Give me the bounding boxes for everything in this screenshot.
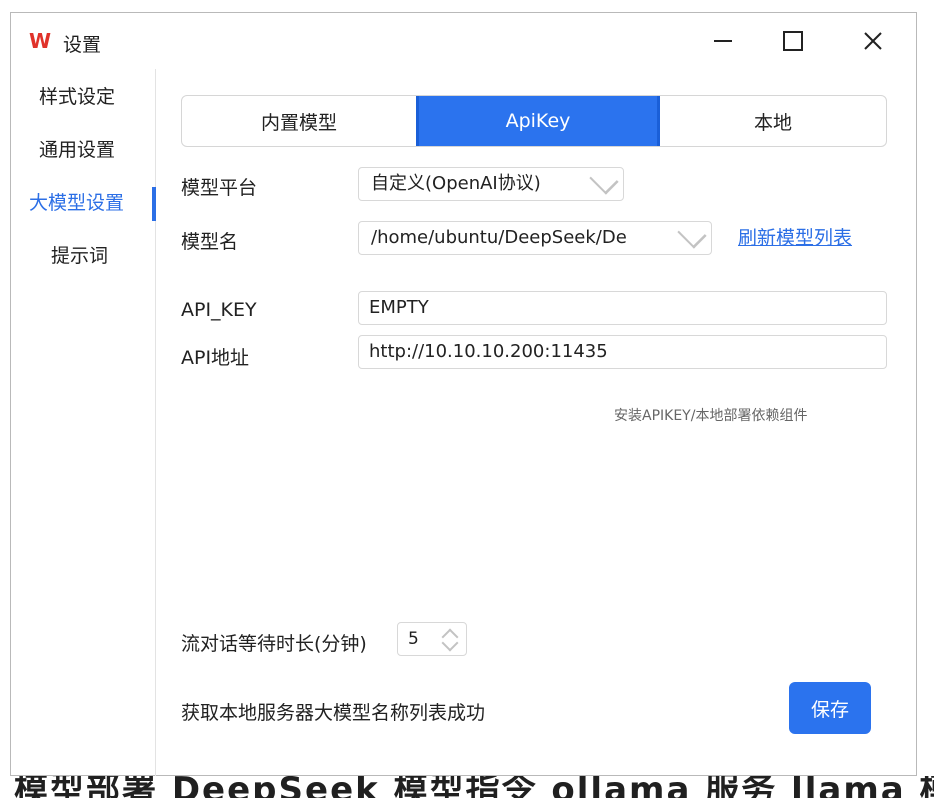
minimize-icon [714, 40, 732, 42]
model-name-select[interactable]: /home/ubuntu/DeepSeek/De [358, 221, 712, 255]
stream-wait-value: 5 [408, 629, 419, 649]
platform-value: 自定义(OpenAI协议) [371, 173, 541, 194]
window-title: 设置 [63, 34, 102, 56]
tab-apikey[interactable]: ApiKey [416, 96, 660, 146]
api-key-input[interactable]: EMPTY [358, 291, 887, 325]
title-bar: W 设置 [11, 13, 916, 69]
refresh-model-list-link[interactable]: 刷新模型列表 [738, 223, 852, 250]
status-message: 获取本地服务器大模型名称列表成功 [181, 702, 486, 724]
close-button[interactable] [851, 25, 895, 57]
maximize-icon [783, 31, 803, 51]
sidebar-item-prompt[interactable]: 提示词 [11, 236, 155, 276]
chevron-down-icon [677, 222, 707, 249]
maximize-button[interactable] [771, 25, 815, 57]
install-dependencies-link[interactable]: 安装APIKEY/本地部署依赖组件 [614, 405, 807, 425]
chevron-down-icon [589, 168, 619, 195]
api-url-label: API地址 [181, 347, 250, 369]
background-window-text: 模型部署 DeepSeek 模型指令 ollama 服务 llama 模型 [0, 776, 934, 798]
close-icon [864, 32, 882, 50]
stream-wait-spinbox[interactable]: 5 [397, 622, 467, 656]
model-tabs: 内置模型 ApiKey 本地 [181, 95, 887, 147]
settings-sidebar: 样式设定 通用设置 大模型设置 提示词 [11, 69, 156, 776]
minimize-button[interactable] [701, 25, 745, 57]
sidebar-item-llm[interactable]: 大模型设置 [11, 183, 156, 223]
wps-logo-icon: W [29, 29, 52, 53]
tab-builtin-model[interactable]: 内置模型 [182, 96, 416, 146]
tab-local[interactable]: 本地 [660, 96, 886, 146]
spin-arrows-icon[interactable] [440, 628, 459, 652]
sidebar-item-style[interactable]: 样式设定 [11, 77, 155, 117]
sidebar-item-general[interactable]: 通用设置 [11, 130, 155, 170]
save-button[interactable]: 保存 [789, 682, 871, 734]
api-key-label: API_KEY [181, 299, 257, 321]
sidebar-item-label: 大模型设置 [29, 192, 125, 214]
platform-select[interactable]: 自定义(OpenAI协议) [358, 167, 624, 201]
api-url-input[interactable]: http://10.10.10.200:11435 [358, 335, 887, 369]
platform-label: 模型平台 [181, 177, 258, 199]
active-indicator [152, 187, 156, 221]
settings-window: W 设置 样式设定 通用设置 大模型设置 提示词 内置模型 ApiKey 本地 … [10, 12, 917, 776]
model-name-value: /home/ubuntu/DeepSeek/De [371, 227, 627, 248]
stream-wait-label: 流对话等待时长(分钟) [181, 633, 367, 655]
model-name-label: 模型名 [181, 231, 239, 253]
